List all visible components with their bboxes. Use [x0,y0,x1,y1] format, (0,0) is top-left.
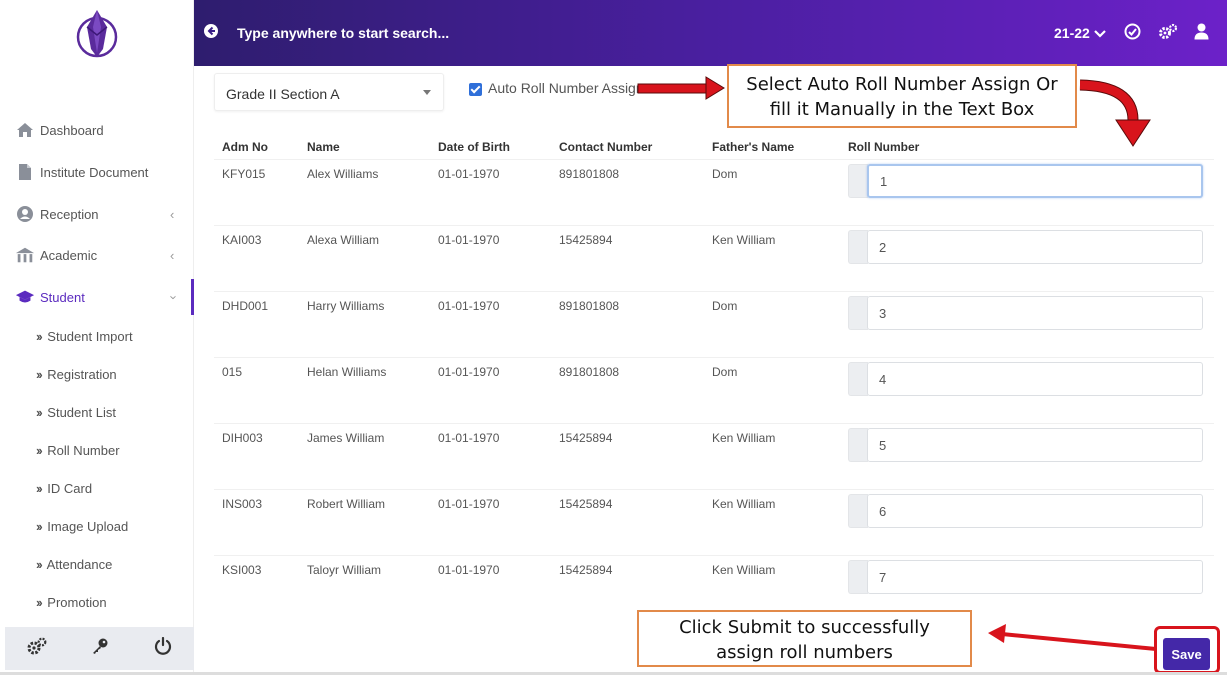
save-highlight-frame [1154,626,1220,674]
annotation-arrow-curved-down [1079,79,1151,147]
annotation-arrow-right [637,76,725,100]
annotation-arrows [637,76,1157,651]
annotation-arrow-left [988,624,1157,651]
